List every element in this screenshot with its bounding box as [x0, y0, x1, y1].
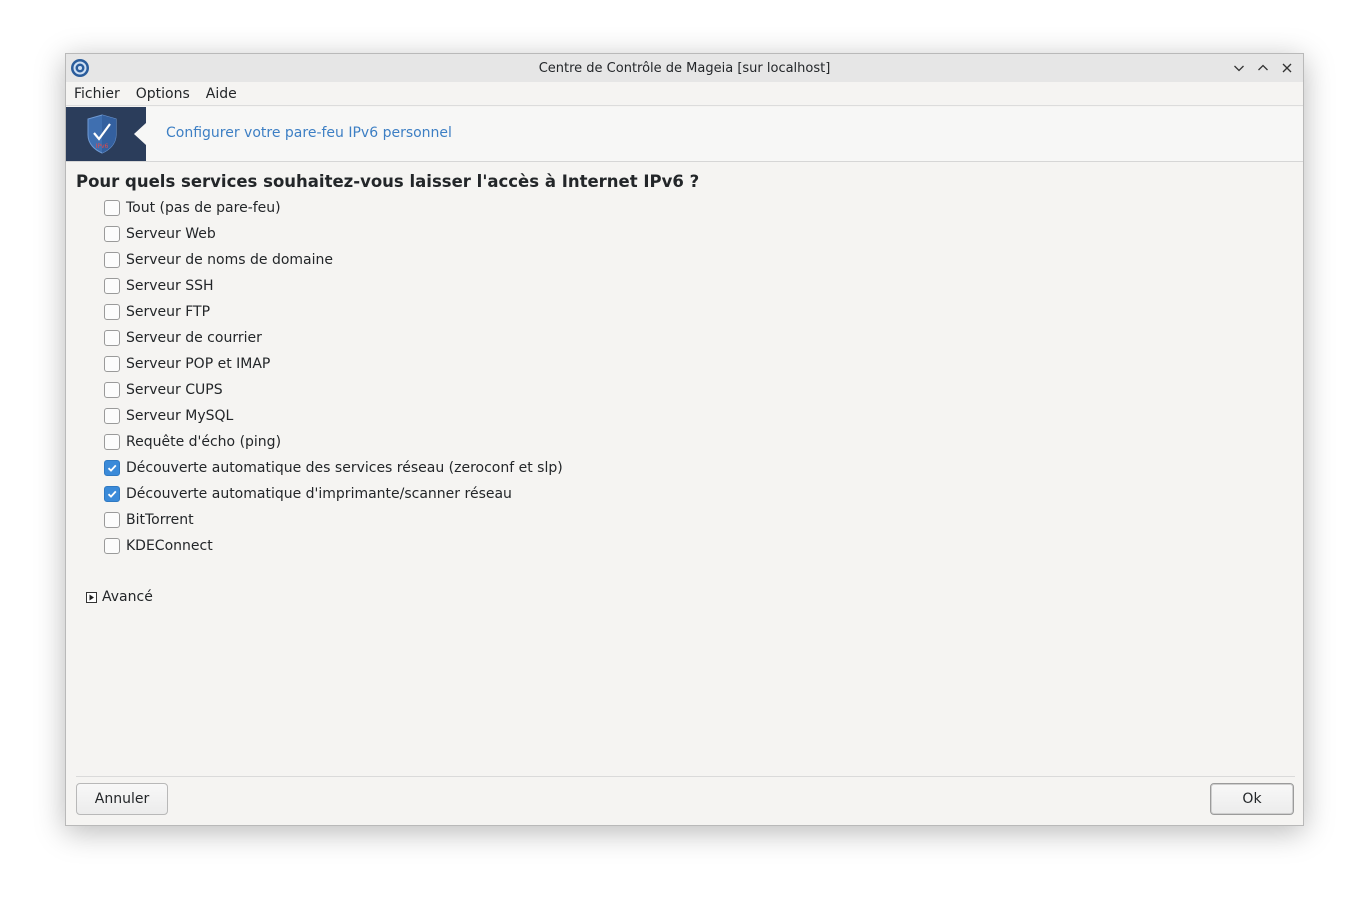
chevron-down-icon	[1234, 65, 1244, 72]
main-window: Centre de Contrôle de Mageia [sur localh…	[65, 53, 1304, 826]
title-bar[interactable]: Centre de Contrôle de Mageia [sur localh…	[66, 54, 1303, 82]
ok-button[interactable]: Ok	[1210, 783, 1294, 815]
service-checkbox-row[interactable]: BitTorrent	[104, 507, 563, 533]
service-label: Serveur CUPS	[126, 382, 223, 398]
service-checkbox-row[interactable]: Serveur SSH	[104, 273, 563, 299]
minimize-button[interactable]	[1229, 58, 1249, 78]
close-button[interactable]	[1277, 58, 1297, 78]
service-checkbox-row[interactable]: KDEConnect	[104, 533, 563, 559]
service-checkbox-row[interactable]: Tout (pas de pare-feu)	[104, 195, 563, 221]
checkbox-checked[interactable]	[104, 460, 120, 476]
checkbox-unchecked[interactable]	[104, 382, 120, 398]
service-label: Découverte automatique des services rése…	[126, 460, 563, 476]
service-label: Serveur Web	[126, 226, 216, 242]
service-label: Tout (pas de pare-feu)	[126, 200, 281, 216]
chevron-up-icon	[1258, 64, 1268, 71]
advanced-expander[interactable]: Avancé	[86, 589, 153, 605]
checkbox-unchecked[interactable]	[104, 408, 120, 424]
checkbox-unchecked[interactable]	[104, 434, 120, 450]
checkbox-unchecked[interactable]	[104, 304, 120, 320]
menu-bar: Fichier Options Aide	[66, 82, 1303, 106]
checkmark-icon	[107, 464, 117, 472]
service-label: Découverte automatique d'imprimante/scan…	[126, 486, 512, 502]
service-label: Serveur POP et IMAP	[126, 356, 271, 372]
window-title: Centre de Contrôle de Mageia [sur localh…	[538, 60, 831, 76]
banner-title: Configurer votre pare-feu IPv6 personnel	[166, 125, 452, 141]
service-checkbox-row[interactable]: Serveur MySQL	[104, 403, 563, 429]
service-label: BitTorrent	[126, 512, 194, 528]
service-label: Serveur MySQL	[126, 408, 234, 424]
checkbox-checked[interactable]	[104, 486, 120, 502]
checkbox-unchecked[interactable]	[104, 252, 120, 268]
service-label: Serveur SSH	[126, 278, 214, 294]
checkbox-unchecked[interactable]	[104, 512, 120, 528]
ipv6-logo-text: IPv6	[96, 143, 109, 150]
service-label: Requête d'écho (ping)	[126, 434, 282, 450]
service-label: Serveur de noms de domaine	[126, 252, 333, 268]
menu-fichier[interactable]: Fichier	[66, 86, 128, 102]
service-checkbox-row[interactable]: Serveur FTP	[104, 299, 563, 325]
maximize-button[interactable]	[1253, 58, 1273, 78]
service-checkbox-row[interactable]: Serveur de noms de domaine	[104, 247, 563, 273]
footer-separator	[76, 776, 1295, 777]
checkbox-unchecked[interactable]	[104, 200, 120, 216]
advanced-label: Avancé	[102, 589, 153, 605]
service-checkbox-row[interactable]: Découverte automatique d'imprimante/scan…	[104, 481, 563, 507]
mageia-control-center-icon	[70, 58, 90, 78]
checkbox-unchecked[interactable]	[104, 226, 120, 242]
service-checkbox-row[interactable]: Serveur CUPS	[104, 377, 563, 403]
service-checkbox-row[interactable]: Serveur de courrier	[104, 325, 563, 351]
header-banner: IPv6 Configurer votre pare-feu IPv6 pers…	[66, 107, 1303, 162]
close-icon	[1282, 63, 1292, 73]
checkmark-icon	[107, 490, 117, 498]
checkbox-unchecked[interactable]	[104, 356, 120, 372]
service-checkbox-row[interactable]: Serveur POP et IMAP	[104, 351, 563, 377]
menu-aide[interactable]: Aide	[198, 86, 245, 102]
checkbox-unchecked[interactable]	[104, 538, 120, 554]
expand-arrow-icon	[86, 591, 97, 603]
menu-options[interactable]: Options	[128, 86, 198, 102]
service-checkbox-row[interactable]: Requête d'écho (ping)	[104, 429, 563, 455]
services-question: Pour quels services souhaitez-vous laiss…	[76, 172, 700, 191]
service-checkbox-row[interactable]: Serveur Web	[104, 221, 563, 247]
service-label: KDEConnect	[126, 538, 213, 554]
checkbox-unchecked[interactable]	[104, 330, 120, 346]
window-controls	[1229, 58, 1297, 78]
checkbox-unchecked[interactable]	[104, 278, 120, 294]
services-list: Tout (pas de pare-feu) Serveur Web Serveur…	[104, 195, 563, 559]
service-checkbox-row[interactable]: Découverte automatique des services rése…	[104, 455, 563, 481]
service-label: Serveur FTP	[126, 304, 211, 320]
service-label: Serveur de courrier	[126, 330, 262, 346]
cancel-button[interactable]: Annuler	[76, 783, 168, 815]
banner-notch	[134, 123, 146, 145]
